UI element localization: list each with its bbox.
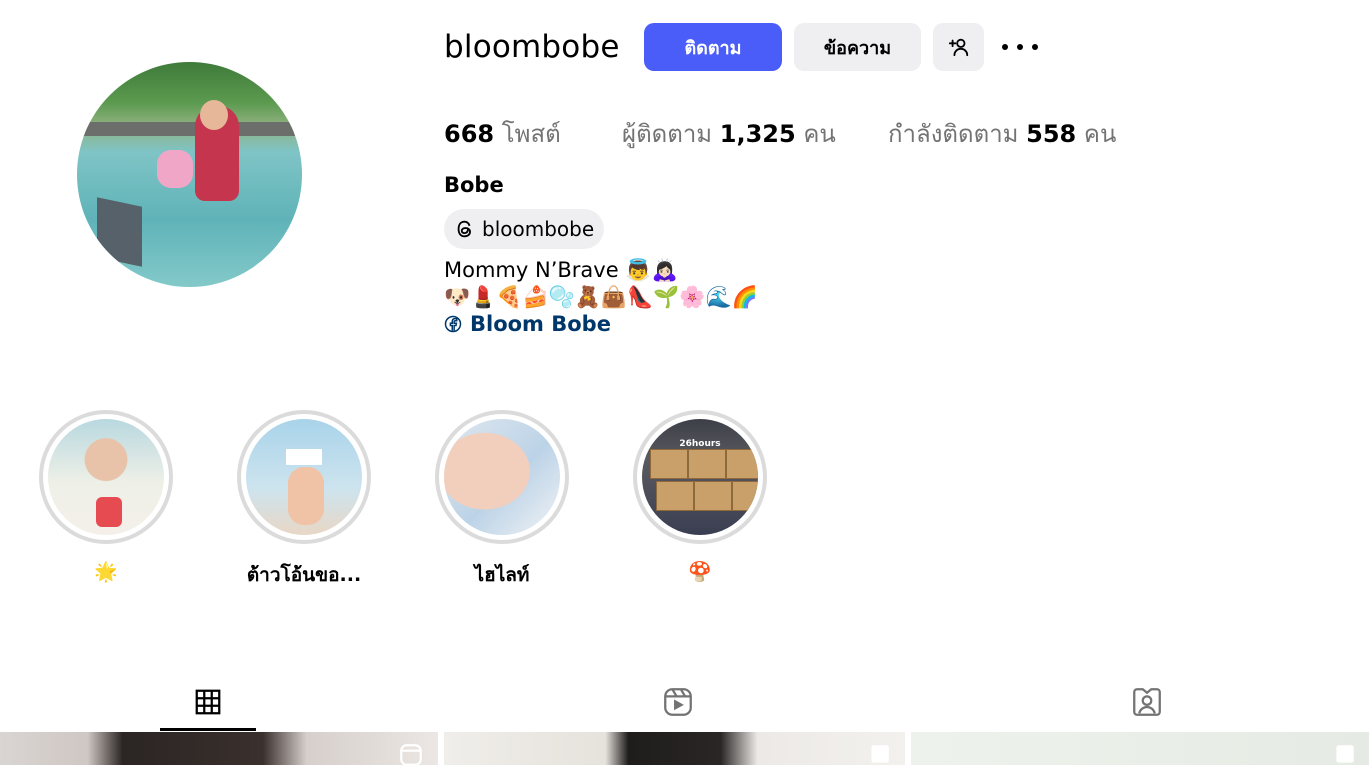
facebook-link-label: Bloom Bobe — [470, 312, 611, 336]
dot-icon — [1002, 44, 1008, 50]
suggest-user-button[interactable] — [933, 23, 984, 71]
followers-unit: คน — [803, 120, 836, 148]
highlight-ring — [39, 410, 173, 544]
followers-count: 1,325 — [719, 120, 796, 148]
avatar-head — [200, 100, 228, 130]
dot-icon — [1017, 44, 1023, 50]
post-thumbnail[interactable] — [0, 732, 438, 765]
posts-label: โพสต์ — [501, 120, 561, 148]
add-user-icon — [948, 38, 968, 57]
followers-stat[interactable]: ผู้ติดตาม 1,325 คน — [622, 114, 836, 153]
highlight-ring: 26hours — [633, 410, 767, 544]
follow-button[interactable]: ติดตาม — [644, 23, 782, 71]
message-button[interactable]: ข้อความ — [794, 23, 921, 71]
highlight-label: ต้าวโอ้นขอ... — [246, 564, 362, 586]
active-tab-indicator — [160, 728, 256, 731]
avatar-step — [97, 197, 142, 267]
post-thumbnail[interactable] — [444, 732, 905, 765]
following-label: กำลังติดตาม — [888, 120, 1019, 148]
carousel-icon — [871, 745, 889, 763]
highlight-cover — [246, 419, 362, 535]
bio-line-2: 🐶💄🍕🍰🫧🧸👜👠🌱🌸🌊🌈 — [444, 285, 758, 309]
tab-tagged[interactable] — [1122, 677, 1172, 727]
highlight-cover — [444, 419, 560, 535]
following-unit: คน — [1083, 120, 1117, 148]
profile-avatar[interactable] — [77, 62, 302, 287]
posts-count: 668 — [444, 120, 495, 148]
highlight-item[interactable]: 26hours 🍄 — [633, 410, 767, 583]
carousel-icon — [1336, 745, 1354, 763]
tab-reels[interactable] — [653, 677, 703, 727]
bio-line-1: Mommy N’Brave 👼🙇🏻‍♀️ — [444, 258, 678, 282]
post-thumbnail[interactable] — [911, 732, 1369, 765]
highlight-cover — [48, 419, 164, 535]
avatar-pool-edge — [77, 122, 302, 136]
tagged-icon — [1133, 688, 1161, 716]
avatar-baby — [157, 150, 193, 188]
highlight-item[interactable]: 🌟 — [39, 410, 173, 583]
threads-badge[interactable]: bloombobe — [444, 209, 605, 249]
highlight-label: ไฮไลท์ — [474, 564, 530, 586]
highlight-item[interactable]: ต้าวโอ้นขอ... — [237, 410, 371, 590]
highlight-label: 🌟 — [94, 561, 118, 583]
grid-icon — [195, 689, 221, 715]
following-count: 558 — [1026, 120, 1077, 148]
facebook-icon — [444, 315, 462, 333]
followers-label: ผู้ติดตาม — [622, 120, 713, 148]
dot-icon — [1032, 44, 1038, 50]
threads-icon — [457, 220, 471, 238]
threads-handle: bloombobe — [482, 217, 595, 241]
profile-username: bloombobe — [444, 29, 620, 65]
highlight-overlay-text: 26hours — [679, 439, 721, 449]
highlight-ring — [237, 410, 371, 544]
highlight-ring — [435, 410, 569, 544]
facebook-link[interactable]: Bloom Bobe — [444, 312, 611, 336]
profile-name: Bobe — [444, 173, 504, 197]
reels-icon — [664, 688, 692, 716]
following-stat[interactable]: กำลังติดตาม 558 คน — [888, 114, 1116, 153]
reel-icon — [400, 744, 422, 765]
highlight-item[interactable]: ไฮไลท์ — [435, 410, 569, 590]
highlight-cover: 26hours — [642, 419, 758, 535]
profile-bio: Mommy N’Brave 👼🙇🏻‍♀️ 🐶💄🍕🍰🫧🧸👜👠🌱🌸🌊🌈 — [444, 257, 758, 311]
highlight-label: 🍄 — [688, 561, 712, 583]
posts-stat: 668 โพสต์ — [444, 114, 561, 153]
tab-posts[interactable] — [183, 677, 233, 727]
more-options-button[interactable] — [1002, 33, 1038, 61]
